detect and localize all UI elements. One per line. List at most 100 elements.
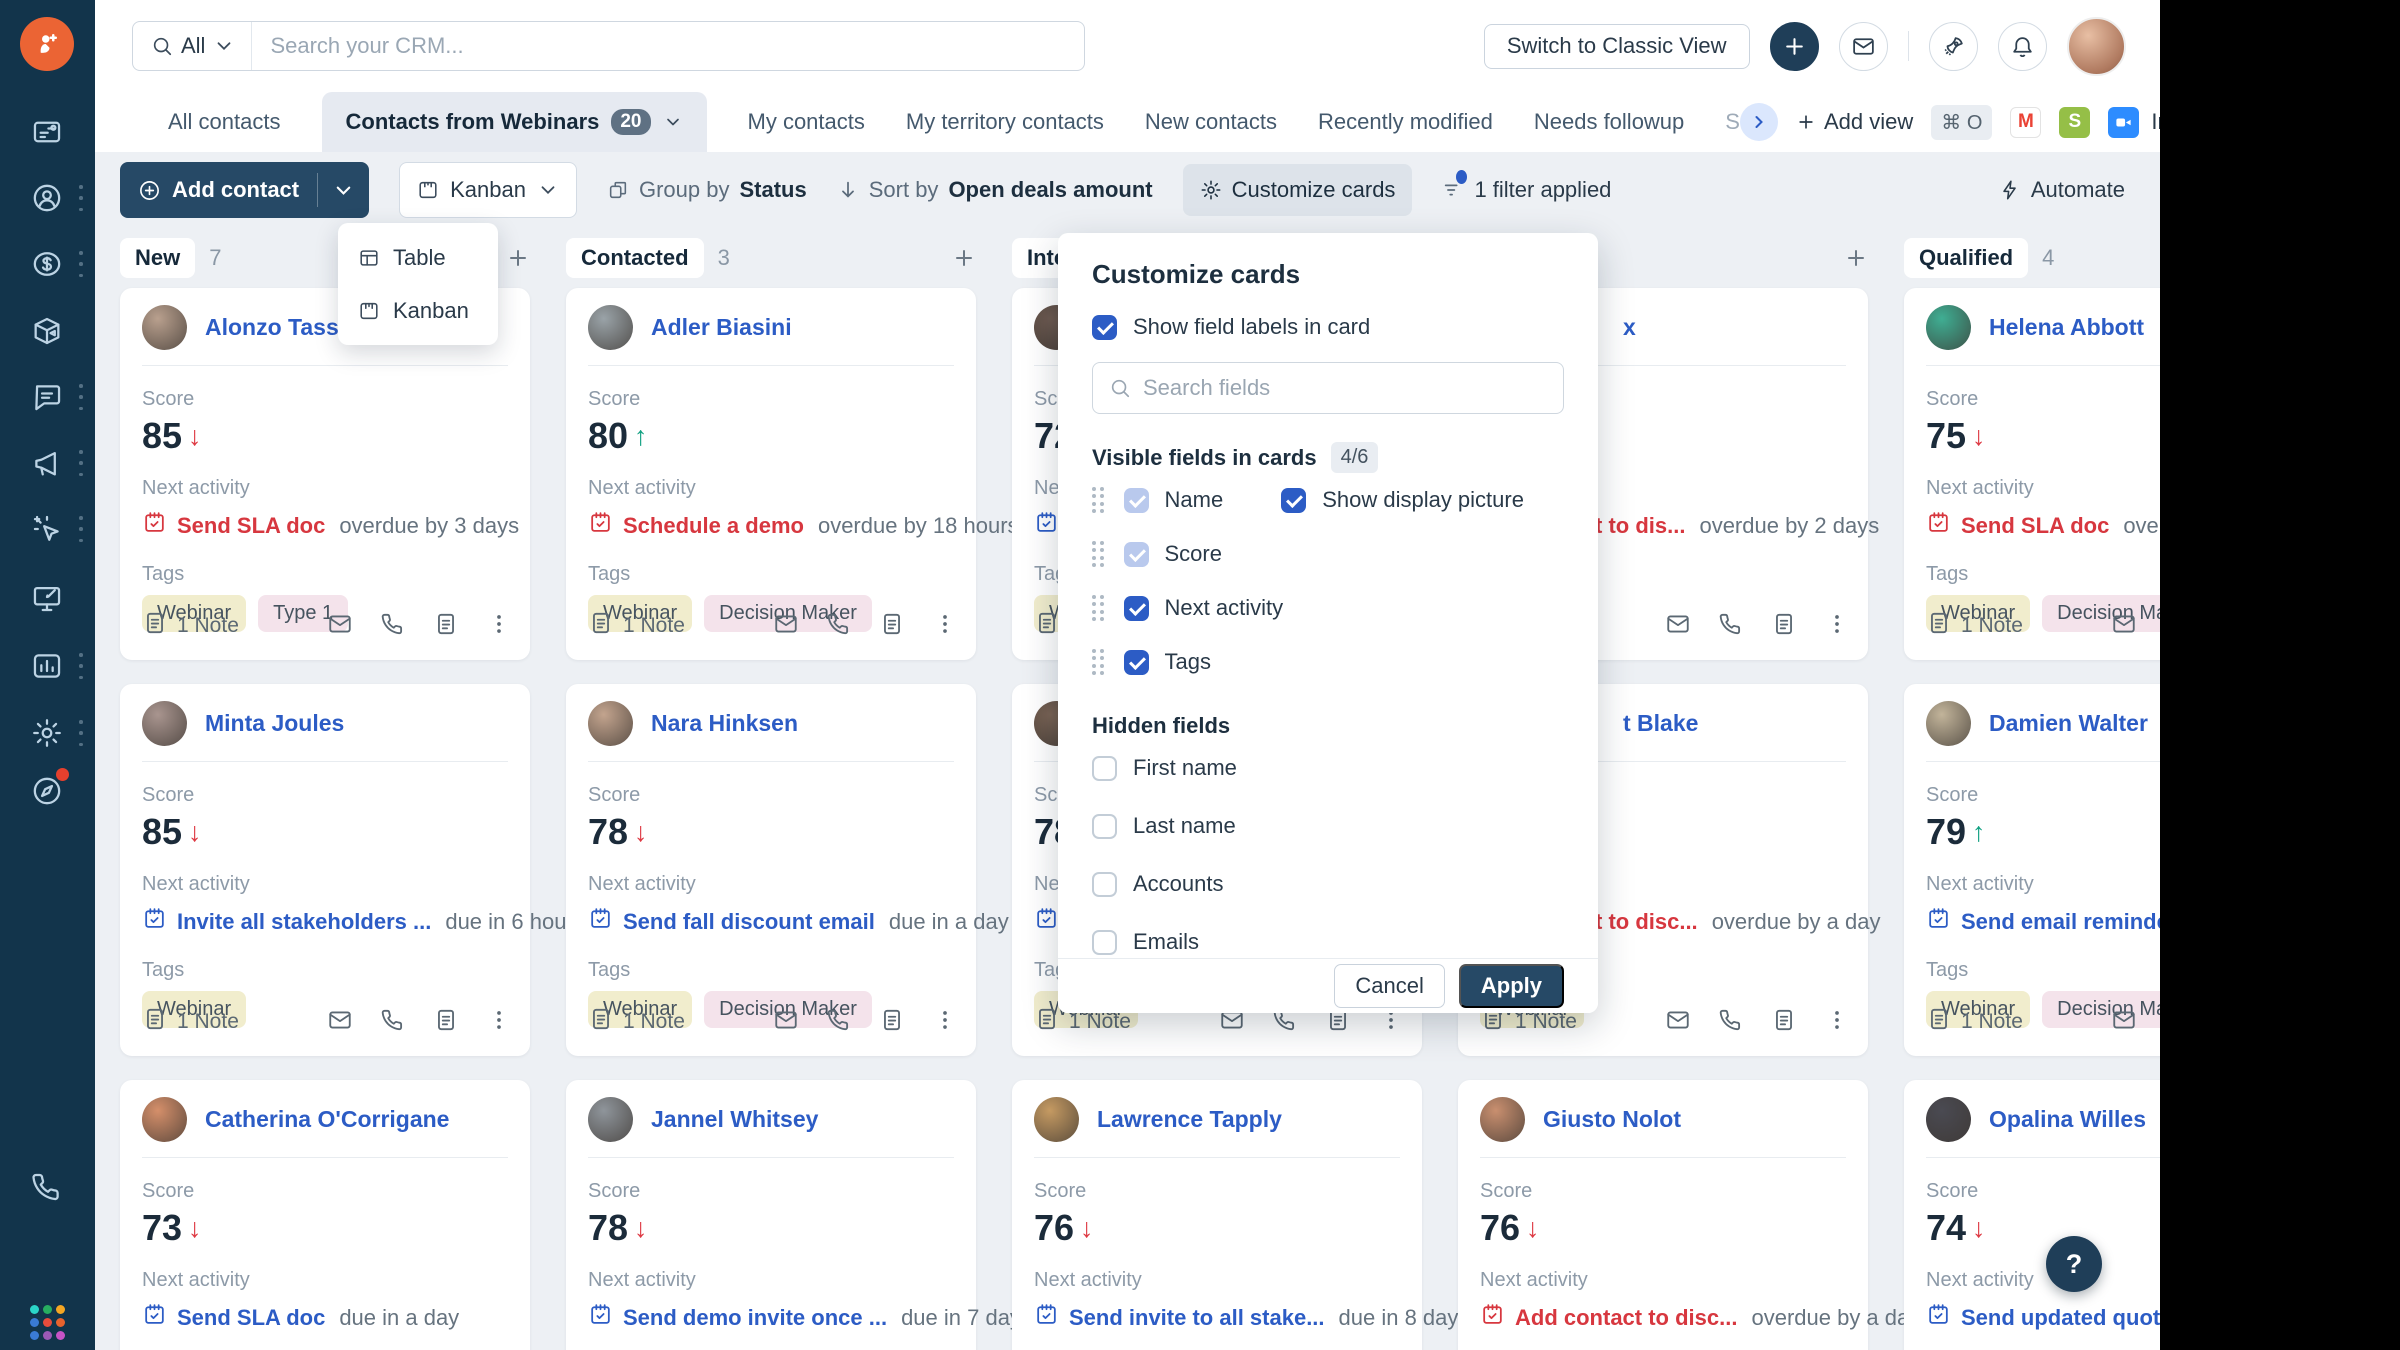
field-checkbox-last-name[interactable] [1092,814,1117,839]
sidebar-overflow-dots[interactable] [78,516,84,542]
call-action-icon[interactable] [380,1007,406,1038]
contact-name-link[interactable]: t Blake [1623,710,1698,737]
search-input[interactable] [252,33,1084,59]
sort-by-control[interactable]: Sort by Open deals amount [837,177,1153,203]
contact-name-link[interactable]: Jannel Whitsey [651,1106,818,1133]
search-scope-selector[interactable]: All [133,22,252,70]
add-view-button[interactable]: Add view [1796,109,1913,135]
contact-card[interactable]: Opalina Willes Score 74↓ Next activity S… [1904,1080,2160,1350]
sidebar-item-settings[interactable] [28,714,66,752]
activity-link[interactable]: Add contact to disc... [1515,1305,1737,1331]
activity-link[interactable]: Send fall discount email [623,909,875,935]
field-search-input[interactable] [1143,375,1547,401]
switch-to-classic-view-button[interactable]: Switch to Classic View [1484,24,1750,69]
call-action-icon[interactable] [1718,611,1744,642]
tab-0[interactable]: All contacts [168,109,281,135]
filter-control[interactable]: 1 filter applied [1442,177,1611,203]
view-type-selector[interactable]: Kanban [399,162,577,218]
notes-count[interactable]: 1 Note [1926,610,2023,642]
field-checkbox-emails[interactable] [1092,930,1117,955]
add-contact-button[interactable]: Add contact [120,162,369,218]
contact-card[interactable]: Minta Joules Score 85↓ Next activity Inv… [120,684,530,1056]
activity-link[interactable]: Send demo invite once ... [623,1305,887,1331]
activity-link[interactable]: Send updated quote [1961,1305,2160,1331]
sidebar-item-support-chat[interactable] [34,1175,58,1199]
sidebar-item-conversations[interactable] [28,378,66,416]
contact-name-link[interactable]: Helena Abbott [1989,314,2144,341]
group-by-control[interactable]: Group by Status [607,177,807,203]
activity-link[interactable]: Send invite to all stake... [1069,1305,1325,1331]
call-action-icon[interactable] [380,611,406,642]
more-actions-icon[interactable] [932,1007,958,1038]
drag-handle-icon[interactable] [1092,541,1104,568]
contact-name-link[interactable]: x [1623,314,1636,341]
more-actions-icon[interactable] [1824,1007,1850,1038]
contact-card[interactable]: Adler Biasini Score 80↑ Next activity Sc… [566,288,976,660]
quick-add-button[interactable] [1770,22,1819,71]
notes-count[interactable]: 1 Note [1926,1006,2023,1038]
contact-name-link[interactable]: Nara Hinksen [651,710,798,737]
global-search[interactable]: All [132,21,1085,71]
notes-count[interactable]: 1 Note [588,610,685,642]
sidebar-item-deals[interactable] [28,245,66,283]
more-actions-icon[interactable] [486,1007,512,1038]
contact-name-link[interactable]: Opalina Willes [1989,1106,2146,1133]
apply-button[interactable]: Apply [1459,964,1564,1008]
sidebar-overflow-dots[interactable] [78,653,84,679]
contact-name-link[interactable]: Damien Walter [1989,710,2148,737]
field-checkbox-name[interactable] [1124,488,1149,513]
email-action-icon[interactable] [773,611,799,642]
zoom-icon[interactable] [2108,107,2139,138]
sidebar-item-products[interactable] [28,312,66,350]
tab-4[interactable]: New contacts [1145,109,1277,135]
contact-card[interactable]: Catherina O'Corrigane Score 73↓ Next act… [120,1080,530,1350]
contact-name-link[interactable]: Catherina O'Corrigane [205,1106,449,1133]
activity-link[interactable]: t to disc... [1595,909,1698,935]
field-checkbox-first-name[interactable] [1092,756,1117,781]
column-add-button[interactable] [506,246,530,270]
activity-link[interactable]: Invite all stakeholders ... [177,909,431,935]
notes-action-icon[interactable] [879,1007,905,1038]
tab-2[interactable]: My contacts [748,109,865,135]
sidebar-overflow-dots[interactable] [78,450,84,476]
contact-name-link[interactable]: Minta Joules [205,710,344,737]
field-checkbox-show-display-picture[interactable] [1281,488,1306,513]
menu-item-table[interactable]: Table [338,231,498,284]
contact-card[interactable]: Helena Abbott Score 75↓ Next activity Se… [1904,288,2160,660]
call-action-icon[interactable] [1718,1007,1744,1038]
contact-name-link[interactable]: Lawrence Tapply [1097,1106,1282,1133]
sidebar-item-campaigns[interactable] [28,444,66,482]
notes-count[interactable]: 1 Note [588,1006,685,1038]
email-action-icon[interactable] [1665,611,1691,642]
drag-handle-icon[interactable] [1092,487,1104,514]
freshworks-logo-icon[interactable] [20,17,74,71]
customize-cards-button[interactable]: Customize cards [1183,164,1413,216]
contact-name-link[interactable]: Adler Biasini [651,314,792,341]
add-contact-dropdown-button[interactable] [318,179,369,202]
sidebar-item-app-switcher[interactable] [28,1303,66,1341]
sidebar-item-contacts[interactable] [28,179,66,217]
sidebar-overflow-dots[interactable] [78,720,84,746]
cancel-button[interactable]: Cancel [1334,964,1444,1008]
notes-action-icon[interactable] [1771,1007,1797,1038]
help-button[interactable]: ? [2046,1236,2102,1292]
gmail-icon[interactable]: M [2010,107,2041,138]
sidebar-item-web-activity[interactable] [28,510,66,548]
tab-3[interactable]: My territory contacts [906,109,1104,135]
drag-handle-icon[interactable] [1092,595,1104,622]
show-field-labels-checkbox[interactable] [1092,315,1117,340]
sidebar-overflow-dots[interactable] [78,185,84,211]
field-checkbox-tags[interactable] [1124,650,1149,675]
email-action-icon[interactable] [1665,1007,1691,1038]
tab-6[interactable]: Needs followup [1534,109,1684,135]
email-action-icon[interactable] [2111,611,2137,642]
notifications-button[interactable] [1998,22,2047,71]
sidebar-item-landing-pages[interactable] [28,579,66,617]
tab-5[interactable]: Recently modified [1318,109,1493,135]
integrate-link[interactable]: Integrate [2151,109,2160,135]
contact-name-link[interactable]: Giusto Nolot [1543,1106,1681,1133]
email-action-icon[interactable] [327,611,353,642]
sidebar-item-phone[interactable] [28,1168,66,1206]
activity-link[interactable]: Send SLA doc [177,513,325,539]
contact-card[interactable]: Jannel Whitsey Score 78↓ Next activity S… [566,1080,976,1350]
